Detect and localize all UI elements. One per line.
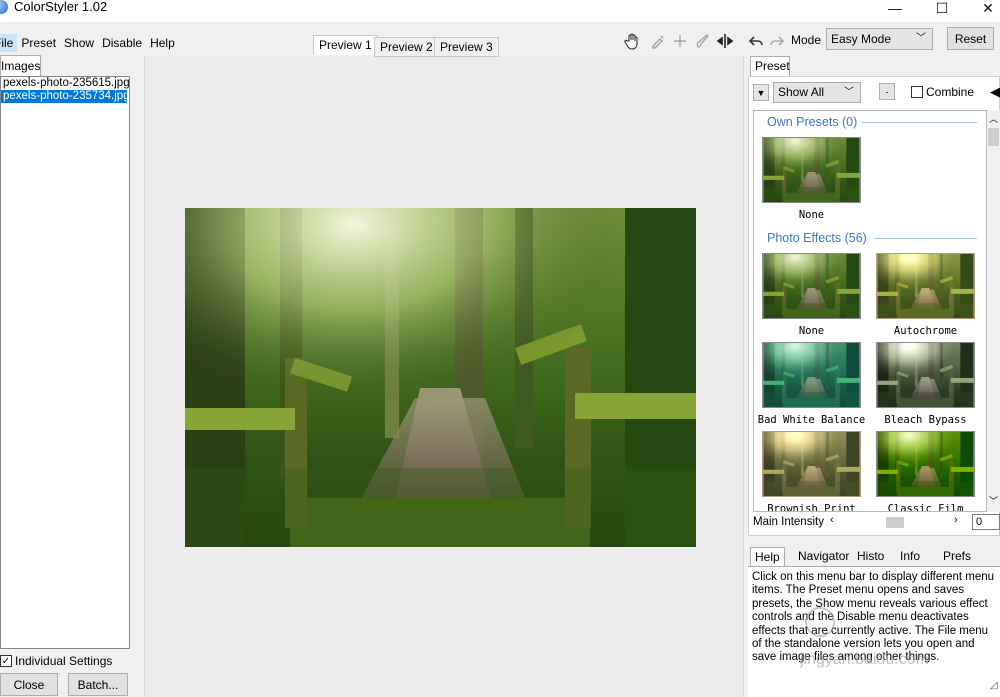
tab-prefs[interactable]: Prefs — [939, 547, 975, 567]
tab-preset[interactable]: Preset — [750, 56, 790, 77]
filter-select[interactable]: Show All ﹀ — [773, 82, 861, 103]
preset-label: None — [798, 325, 825, 337]
help-text: Click on this menu bar to display differ… — [748, 566, 1000, 697]
preview-photo[interactable] — [185, 208, 696, 547]
mode-select[interactable]: Easy Mode ﹀ — [826, 28, 933, 50]
crosshair-icon[interactable] — [670, 31, 690, 51]
combine-toggle[interactable]: Combine — [911, 85, 974, 99]
preset-label: Autochrome — [893, 325, 958, 337]
tab-preview-2[interactable]: Preview 2 — [374, 37, 439, 57]
filter-select-value: Show All — [778, 85, 825, 99]
preset-gallery[interactable]: Own Presets (0) None Photo Effects (56) … — [753, 110, 987, 512]
chevron-down-icon: ﹀ — [844, 87, 854, 98]
menu-preset[interactable]: Preset — [17, 34, 60, 52]
menu-show[interactable]: Show — [60, 34, 98, 52]
scroll-down-icon[interactable]: ﹀ — [989, 494, 998, 507]
tab-preview-1[interactable]: Preview 1 — [313, 35, 378, 55]
collapse-button[interactable]: - — [879, 83, 895, 100]
preset-menu-button[interactable]: ▼ — [753, 84, 769, 101]
preset-thumbnail[interactable] — [762, 431, 861, 497]
slider-thumb[interactable] — [886, 517, 904, 528]
section-own-presets[interactable]: Own Presets (0) — [767, 115, 857, 129]
preset-thumbnail[interactable] — [876, 431, 975, 497]
intensity-input[interactable]: 0 — [972, 514, 1000, 530]
batch-button[interactable]: Batch... — [68, 673, 128, 696]
menu-help[interactable]: Help — [146, 34, 179, 52]
close-button[interactable]: ✕ — [965, 0, 1000, 18]
preset-thumbnail[interactable] — [762, 342, 861, 408]
individual-settings[interactable]: ✓ Individual Settings — [0, 654, 112, 668]
window-title: ColorStyler 1.02 — [14, 0, 108, 14]
individual-settings-checkbox[interactable]: ✓ — [0, 655, 12, 667]
preset-label: Bleach Bypass — [884, 414, 967, 426]
undo-icon[interactable] — [746, 31, 766, 51]
arrow-left-icon[interactable]: ◀ — [990, 84, 1000, 100]
preset-label: Bad White Balance — [757, 414, 866, 426]
scroll-right-icon[interactable]: › — [954, 514, 958, 526]
chevron-down-icon: ﹀ — [916, 33, 926, 44]
app-icon — [0, 0, 8, 14]
scroll-thumb[interactable] — [988, 128, 999, 146]
individual-settings-label: Individual Settings — [15, 654, 113, 668]
split-arrows-icon[interactable] — [715, 31, 735, 51]
menu-disable[interactable]: Disable — [98, 34, 146, 52]
tab-images[interactable]: Images — [0, 55, 41, 76]
scroll-up-icon[interactable]: ︿ — [989, 112, 998, 125]
preset-thumbnail[interactable] — [762, 137, 861, 203]
mode-select-value: Easy Mode — [831, 32, 892, 46]
hand-icon[interactable] — [623, 31, 643, 51]
file-list-item[interactable]: pexels-photo-235615.jpg — [1, 77, 130, 90]
scroll-left-icon[interactable]: ‹ — [830, 514, 834, 526]
resize-grip-icon[interactable]: ◿ — [990, 680, 998, 691]
gallery-scrollbar[interactable]: ︿ ﹀ — [987, 110, 1000, 512]
preset-thumbnail[interactable] — [762, 253, 861, 319]
combine-checkbox[interactable] — [911, 86, 923, 98]
divider — [862, 122, 977, 123]
menu-bar: File Preset Show Disable Help — [0, 34, 179, 52]
preset-thumbnail[interactable] — [876, 342, 975, 408]
intensity-slider[interactable]: ‹ › — [830, 514, 965, 529]
tab-histo[interactable]: Histo — [853, 547, 888, 567]
reset-button[interactable]: Reset — [947, 27, 994, 50]
tab-preview-3[interactable]: Preview 3 — [434, 37, 499, 57]
brush-icon[interactable] — [693, 31, 713, 51]
section-photo-effects[interactable]: Photo Effects (56) — [767, 231, 867, 245]
preset-label: Brownish Print — [767, 503, 856, 512]
combine-label: Combine — [926, 85, 975, 99]
preset-label: None — [798, 209, 825, 221]
redo-icon[interactable] — [767, 31, 787, 51]
eyedropper-icon[interactable] — [648, 31, 668, 51]
close-list-button[interactable]: Close — [0, 673, 58, 696]
divider — [874, 238, 977, 239]
minimize-button[interactable]: — — [872, 0, 918, 18]
file-list[interactable]: pexels-photo-235615.jpg pexels-photo-235… — [0, 76, 130, 649]
tab-help[interactable]: Help — [750, 547, 785, 567]
tab-info[interactable]: Info — [896, 547, 924, 567]
preset-thumbnail[interactable] — [876, 253, 975, 319]
intensity-label: Main Intensity — [753, 516, 824, 528]
tab-navigator[interactable]: Navigator — [794, 547, 853, 567]
mode-label: Mode — [791, 33, 822, 47]
menu-file[interactable]: File — [0, 34, 18, 52]
title-bar: ColorStyler 1.02 — ☐ ✕ — [0, 0, 1000, 22]
maximize-button[interactable]: ☐ — [919, 0, 965, 18]
preset-label: Classic Film — [887, 503, 964, 512]
file-list-item-selected[interactable]: pexels-photo-235734.jpg — [1, 90, 130, 103]
